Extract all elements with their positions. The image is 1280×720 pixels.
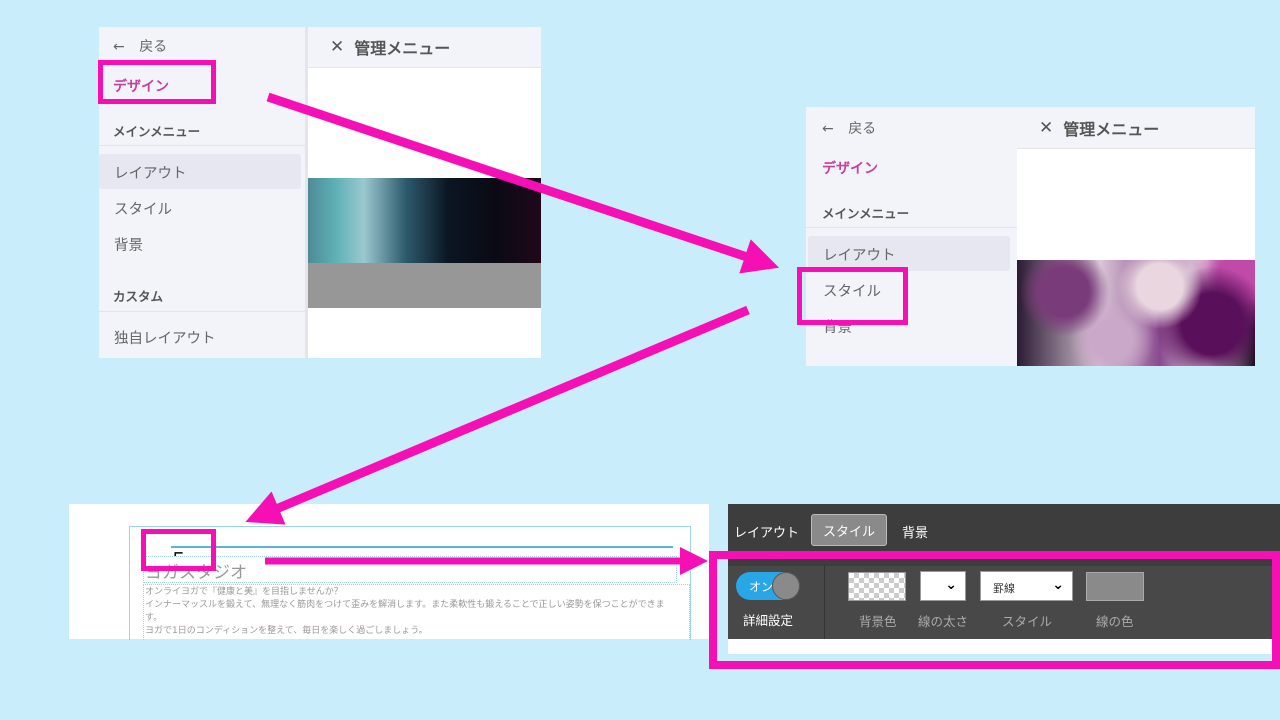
flow-arrows: [245, 92, 780, 575]
arrow-style-to-preview: [245, 305, 750, 525]
arrow-design-to-style: [266, 92, 780, 274]
